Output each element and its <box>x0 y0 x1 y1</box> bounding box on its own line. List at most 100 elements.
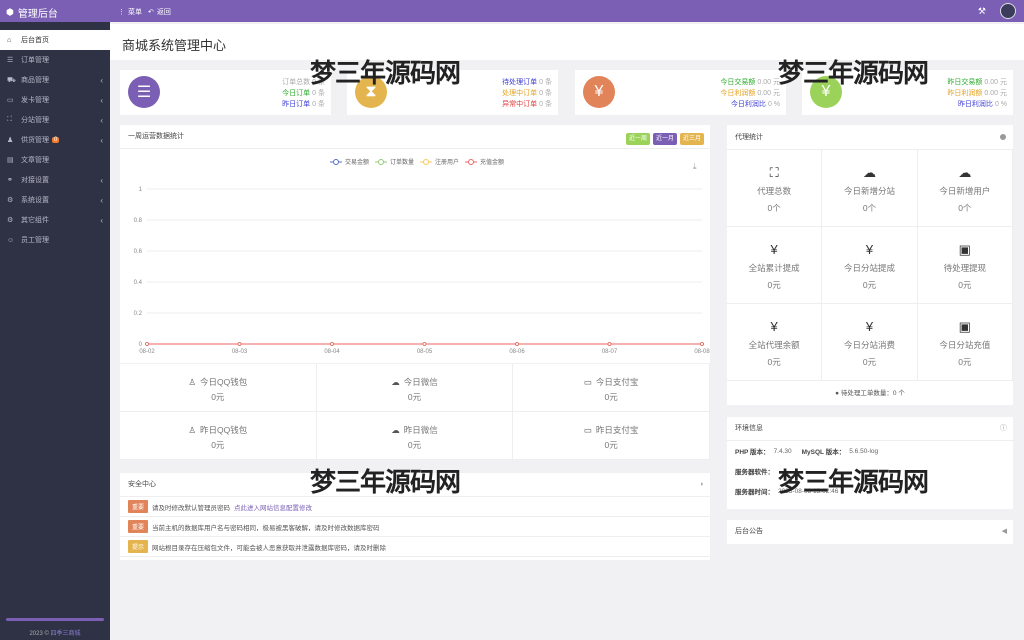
notice-tag: 重要 <box>128 520 149 533</box>
stat-line: 昨日利润额 0.00 元 <box>947 88 1007 99</box>
panel-title: 一周运营数据统计 <box>128 133 184 140</box>
wrench-icon[interactable]: ⚒ <box>978 6 986 17</box>
menu-icon: ⋮ <box>118 9 125 16</box>
sidebar-item[interactable]: ⚙ 其它组件 ‹ <box>0 210 110 230</box>
back-link[interactable]: ↶ 返回 <box>148 7 171 17</box>
stat-lines: 今日交易额 0.00 元今日利润额 0.00 元今日利润比 0 % <box>720 77 780 110</box>
data-point[interactable] <box>700 342 704 346</box>
legend-label[interactable]: 订单数量 <box>390 158 414 166</box>
mysql-value: 5.6.50-log <box>849 447 879 455</box>
stat-label: 异常中订单 <box>502 101 538 108</box>
x-tick-label: 08-04 <box>324 349 340 355</box>
sidebar-item[interactable]: ☰ 订单管理 <box>0 50 110 70</box>
stat-value: 0 条 <box>539 79 552 86</box>
sidebar-item-label: 供货管理 <box>21 137 49 144</box>
notice-tag: 提示 <box>128 540 149 553</box>
notice-text: 请及时修改默认管理员密码 <box>152 504 231 512</box>
avatar[interactable] <box>1000 3 1016 19</box>
sidebar-item[interactable]: ⛟ 商品管理 ‹ <box>0 70 110 90</box>
chevron-left-icon: ‹ <box>100 115 103 125</box>
y-tick-label: 0.2 <box>134 311 143 317</box>
payment-stat-value: 0元 <box>407 392 422 402</box>
user-icon: ☺ <box>7 236 15 244</box>
legend-label[interactable]: 注册用户 <box>435 158 459 166</box>
yen-icon: ¥ <box>583 76 615 108</box>
sidebar-bottom-bar <box>6 618 104 621</box>
range-filter-button[interactable]: 近三月 <box>679 133 704 145</box>
data-point[interactable] <box>422 342 427 346</box>
stat-value: 0 % <box>994 101 1007 108</box>
version-row: PHP 版本： 7.4.30 MySQL 版本： 5.6.50-log <box>727 441 1013 461</box>
card-icon: ▭ <box>7 97 14 104</box>
sidebar-item[interactable]: ▭ 发卡管理 ‹ <box>0 90 110 110</box>
sidebar-item[interactable]: ♟ 供货管理 0 ‹ <box>0 130 110 150</box>
payment-stat-header: ♙ 昨日QQ钱包 <box>120 424 316 436</box>
stat-value: 0 % <box>767 101 780 108</box>
notice-text: 网站根目录存在压缩包文件，可能会被人恶意获取并泄露数据库密码，请及时删除 <box>152 544 387 552</box>
stat-label: 今日利润比 <box>730 101 766 108</box>
x-tick-label: 08-02 <box>139 349 155 355</box>
agent-stats-panel: 代理统计 ⛶ 代理总数 0个 ☁ 今日新增分站 0个 ☁ 今日新增用户 0个 ¥ 全站累计提成 0元 ¥… <box>727 125 1013 405</box>
payment-stat-cell: ♙ 昨日QQ钱包 0元 <box>120 412 317 460</box>
agent-stat-value: 0个 <box>767 203 781 213</box>
agent-stat-value: 0元 <box>958 357 972 367</box>
agent-stat-value: 0元 <box>862 280 877 290</box>
agent-stat-label: 今日新增用户 <box>939 186 991 196</box>
sidebar-item[interactable]: ⛶ 分站管理 ‹ <box>0 110 110 130</box>
data-point[interactable] <box>515 342 519 346</box>
x-tick-label: 08-07 <box>602 349 618 355</box>
list-icon: ☰ <box>7 57 14 64</box>
sidebar-item[interactable]: ⚙ 系统设置 ‹ <box>0 190 110 210</box>
payment-stat-cell: ☁ 昨日微信 0元 <box>316 412 514 460</box>
yen-icon: ¥ <box>865 319 874 334</box>
money-icon: ▣ <box>958 242 971 257</box>
payment-stat-header: ▭ 今日支付宝 <box>513 376 709 388</box>
agent-stat-cell: ¥ 全站累计提成 0元 <box>727 227 823 304</box>
stat-card: ☰ 订单总数 0 条今日订单 0 条昨日订单 0 条 <box>120 70 331 115</box>
page-title: 商城系统管理中心 <box>122 38 227 53</box>
y-tick-label: 0.4 <box>134 280 143 286</box>
chevron-left-icon: ‹ <box>100 135 103 145</box>
brand[interactable]: ⬢ 管理后台 <box>6 5 58 20</box>
money-icon: ▣ <box>958 319 971 334</box>
sidebar-item[interactable]: ⚭ 对接设置 ‹ <box>0 170 110 190</box>
stat-value: 0 条 <box>539 101 552 108</box>
data-point[interactable] <box>330 342 334 346</box>
data-point[interactable] <box>607 342 612 346</box>
stat-label: 昨日订单 <box>282 101 311 108</box>
notice-link[interactable]: 点此进入网站信息配置修改 <box>234 502 312 512</box>
x-tick-label: 08-06 <box>509 349 525 355</box>
range-filter-button[interactable]: 近一月 <box>652 133 677 145</box>
data-point[interactable] <box>237 342 242 346</box>
legend-label[interactable]: 充值金额 <box>480 158 504 166</box>
sidebar-item[interactable]: ▤ 文章管理 <box>0 150 110 170</box>
sidebar-item[interactable]: ⌂ 后台首页 <box>0 30 110 50</box>
chevron-left-icon: ‹ <box>100 95 103 105</box>
footer-link[interactable]: 四季三商城 <box>51 631 81 637</box>
chevron-left-icon: ‹ <box>100 175 103 185</box>
ticket-count[interactable]: ● 待处理工单数量：0 个 <box>727 381 1013 406</box>
stat-label: 今日利润额 <box>720 90 756 97</box>
env-title: 环境信息 <box>735 425 763 432</box>
yen-icon: ¥ <box>770 319 778 334</box>
payment-stats: ♙ 今日QQ钱包 0元 ☁ 今日微信 0元 ▭ 今日支付宝 0元 ♙ 昨日QQ钱包 0元 ☁ 昨日微信 0元… <box>120 364 710 460</box>
stat-value: 0.00 元 <box>984 79 1007 86</box>
x-tick-label: 08-03 <box>232 349 248 355</box>
card-icon: ▭ <box>583 377 592 387</box>
x-tick-label: 08-08 <box>694 349 710 355</box>
payment-stat-cell: ♙ 今日QQ钱包 0元 <box>120 364 317 412</box>
legend-label[interactable]: 交易金额 <box>345 158 369 166</box>
panel-header: 代理统计 <box>727 125 1013 150</box>
menu-toggle[interactable]: ⋮ 菜单 <box>118 7 142 17</box>
announcement-title: 后台公告 <box>735 528 763 535</box>
notice-tag: 重要 <box>128 500 149 513</box>
data-point[interactable] <box>145 342 149 346</box>
payment-stat-label: 今日支付宝 <box>595 377 639 387</box>
sidebar-item[interactable]: ☺ 员工管理 <box>0 230 110 250</box>
download-icon[interactable]: ⤓ <box>693 162 697 172</box>
payment-stat-cell: ☁ 今日微信 0元 <box>316 364 514 412</box>
payment-stat-label: 昨日支付宝 <box>595 425 639 435</box>
legend-marker <box>333 159 339 165</box>
range-filter-button[interactable]: 近一周 <box>625 133 650 145</box>
menu-label: 菜单 <box>128 9 142 16</box>
